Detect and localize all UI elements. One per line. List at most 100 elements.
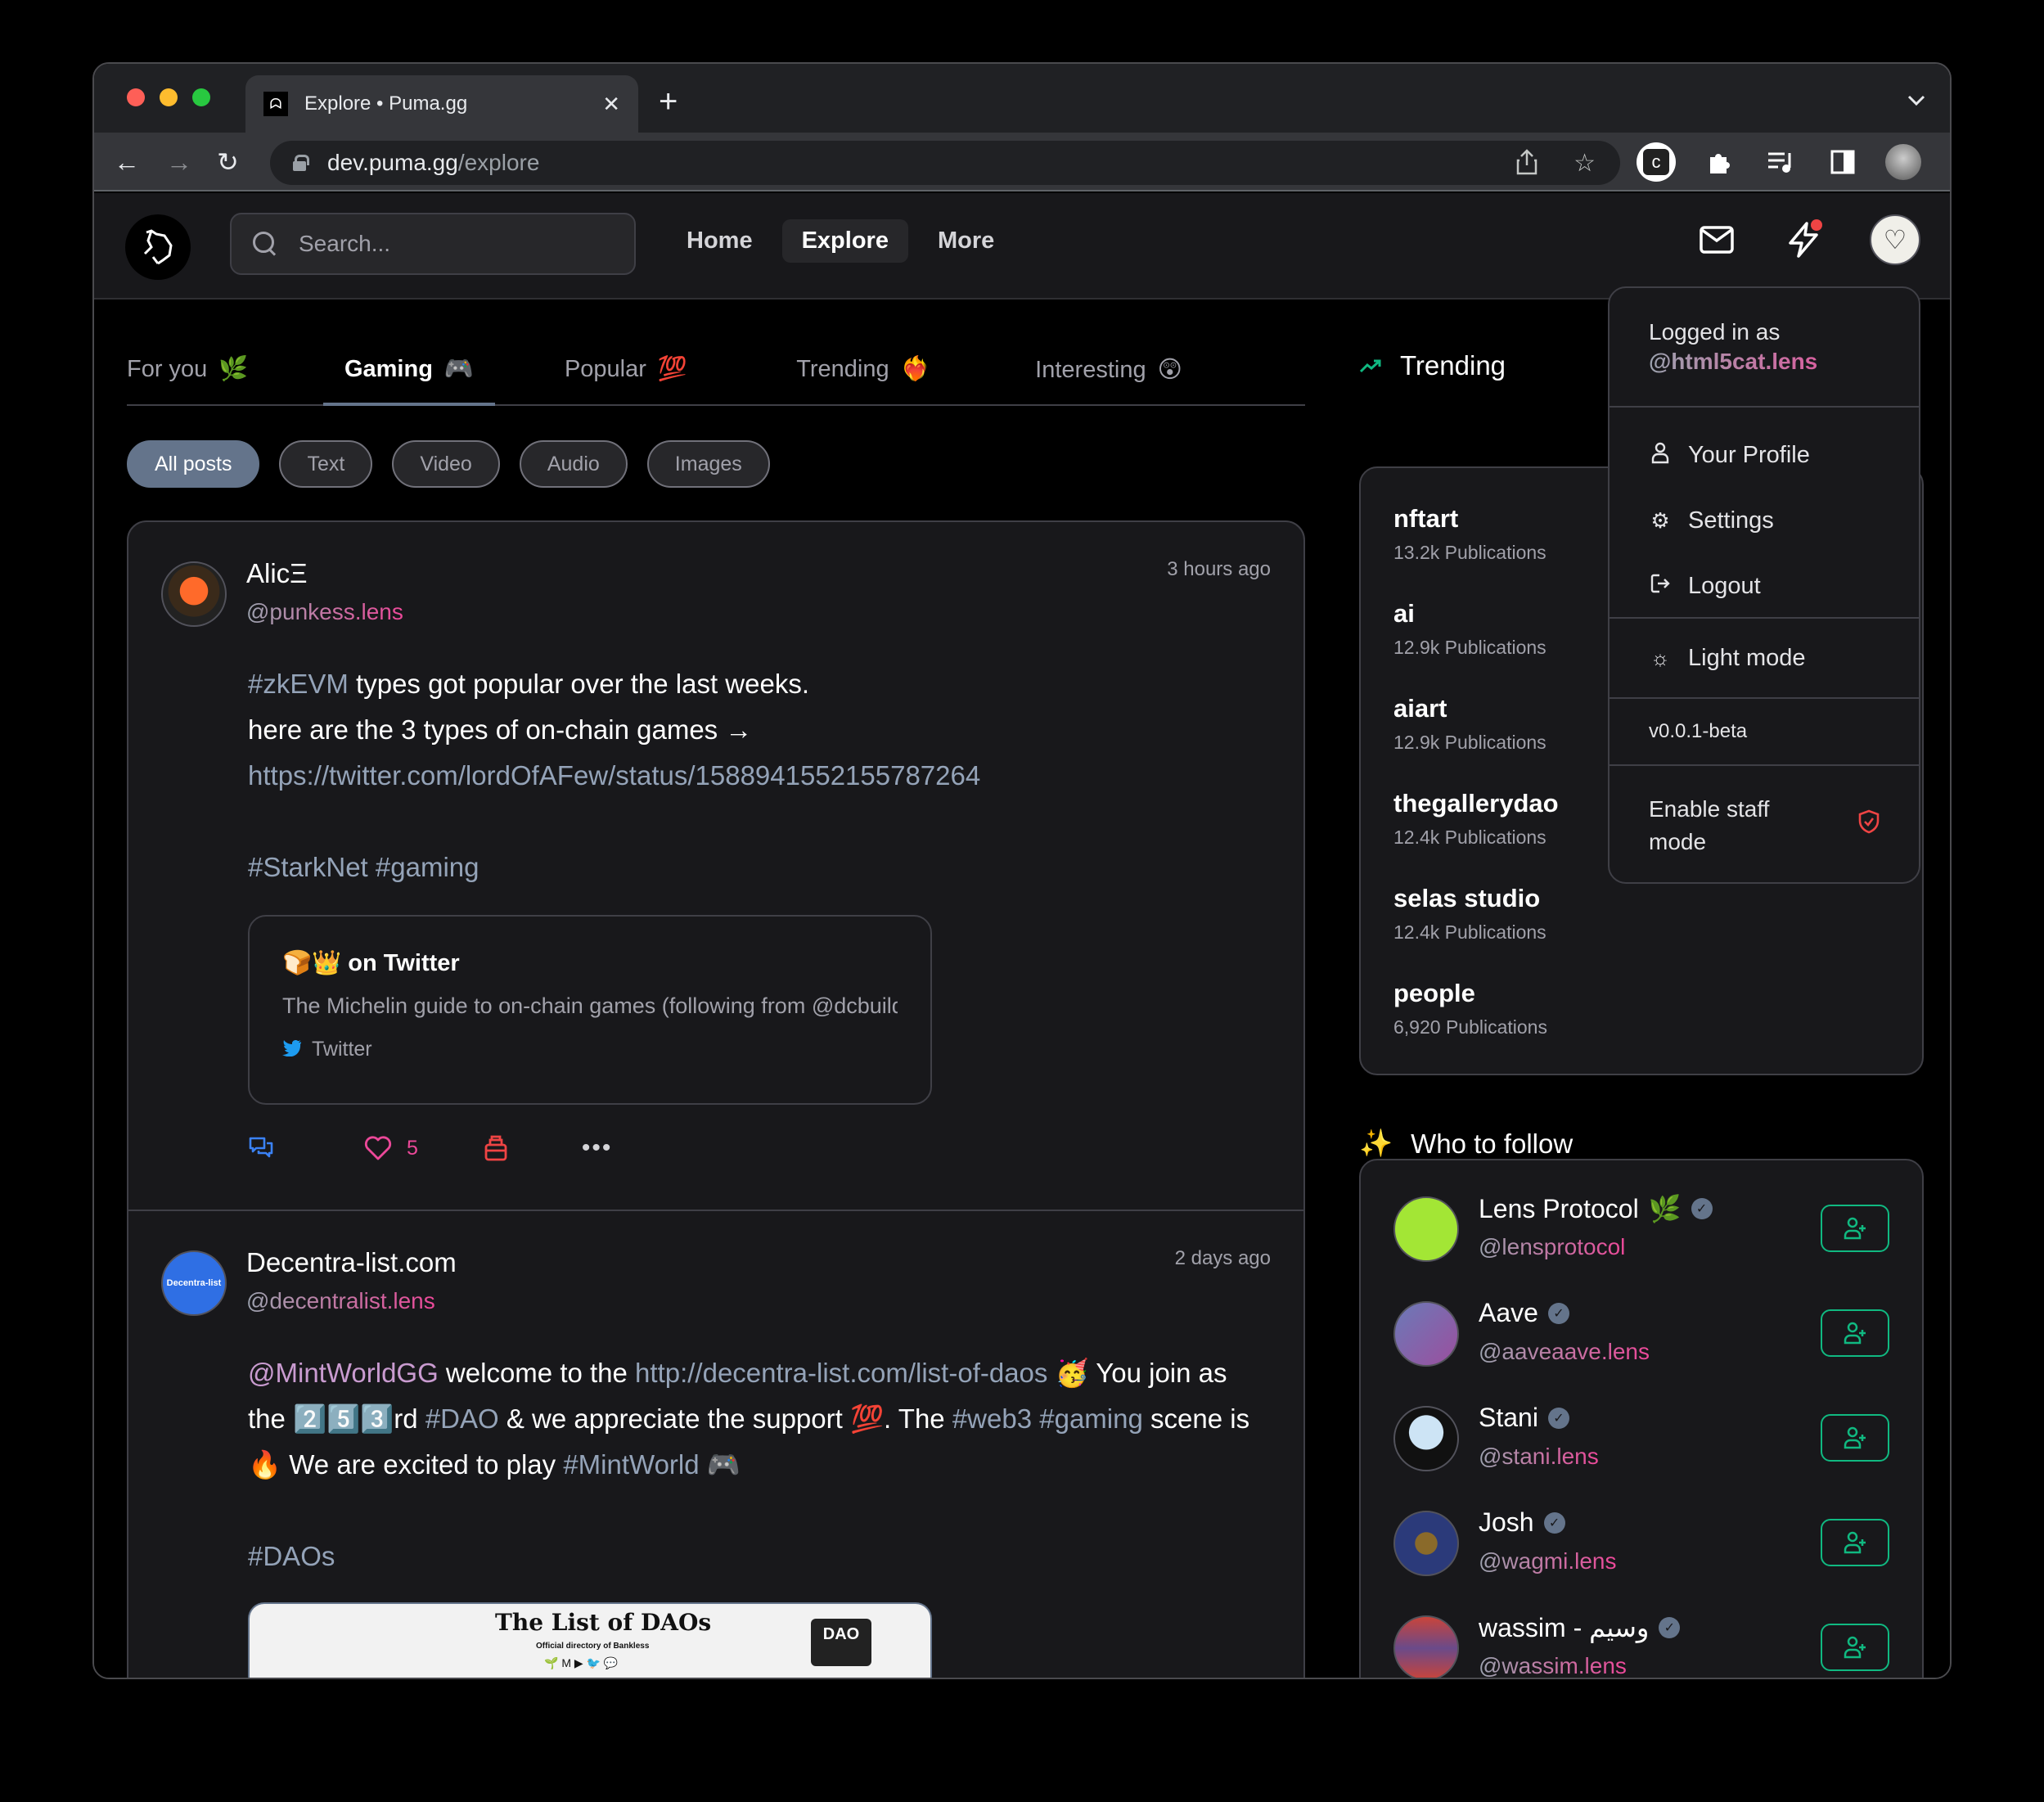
- comment-button[interactable]: [248, 1135, 274, 1161]
- search-box[interactable]: [230, 213, 636, 275]
- hashtag-link[interactable]: #gaming: [1039, 1403, 1143, 1434]
- user-avatar[interactable]: ♡: [1870, 214, 1920, 265]
- user-name[interactable]: Josh ✓: [1479, 1507, 1565, 1538]
- post-author-name[interactable]: AlicΞ: [246, 558, 308, 589]
- post[interactable]: Decentra-list Decentra-list.com @decentr…: [128, 1211, 1303, 1679]
- forward-arrow-icon[interactable]: →: [166, 146, 192, 178]
- menu-item-settings[interactable]: ⚙ Settings: [1649, 488, 1880, 553]
- filter-all-posts[interactable]: All posts: [127, 440, 260, 488]
- link-card-title: 🍞👑 on Twitter: [282, 949, 898, 977]
- user-name[interactable]: Stani ✓: [1479, 1403, 1569, 1433]
- trending-tag[interactable]: selas studio 12.4k Publications: [1393, 884, 1889, 979]
- follow-button[interactable]: [1821, 1519, 1889, 1566]
- tab-popular[interactable]: Popular 💯: [495, 337, 757, 404]
- menu-item-logout[interactable]: Logout: [1649, 553, 1880, 619]
- collect-button[interactable]: [484, 1134, 508, 1162]
- post-author-name[interactable]: Decentra-list.com: [246, 1247, 457, 1278]
- post-url-link[interactable]: http://decentra-list.com/list-of-daos: [635, 1358, 1047, 1388]
- hashtag-link[interactable]: #web3: [952, 1403, 1032, 1434]
- post-author-handle[interactable]: @decentralist.lens: [246, 1288, 435, 1314]
- share-icon[interactable]: [1516, 149, 1538, 182]
- post-image-preview[interactable]: The List of DAOs Official directory of B…: [248, 1602, 932, 1679]
- tab-for-you[interactable]: For you 🌿: [127, 337, 323, 404]
- post[interactable]: AlicΞ @punkess.lens 3 hours ago #zkEVM t…: [128, 522, 1303, 1211]
- puma-logo-icon[interactable]: [125, 214, 191, 280]
- tab-trending[interactable]: Trending ❤️‍🔥: [757, 337, 970, 404]
- post-timestamp[interactable]: 3 hours ago: [1167, 558, 1271, 581]
- close-tab-icon[interactable]: ✕: [602, 92, 620, 117]
- browser-menu-icon[interactable]: ⋮: [1944, 142, 1950, 182]
- tab-gaming[interactable]: Gaming 🎮: [323, 337, 495, 406]
- preview-text: A simple website 💻 to search 4️⃣ Decentr…: [397, 1678, 795, 1679]
- hashtag-link[interactable]: #DAOs: [248, 1541, 335, 1571]
- follow-button[interactable]: [1821, 1414, 1889, 1462]
- nav-explore[interactable]: Explore: [781, 219, 908, 263]
- menu-item-your-profile[interactable]: Your Profile: [1649, 422, 1880, 488]
- close-window-button[interactable]: [127, 88, 145, 106]
- address-bar[interactable]: dev.puma.gg/explore ☆: [270, 141, 1620, 185]
- side-panel-icon[interactable]: [1823, 142, 1862, 182]
- extension-c-icon[interactable]: c: [1637, 142, 1676, 182]
- logged-in-section[interactable]: Logged in as @html5cat.lens: [1610, 288, 1919, 408]
- tab-interesting[interactable]: Interesting 😲: [970, 337, 1248, 404]
- avatar[interactable]: Decentra-list: [161, 1250, 227, 1316]
- link-preview-card[interactable]: 🍞👑 on Twitter The Michelin guide to on-c…: [248, 915, 932, 1105]
- menu-item-enable-staff-mode[interactable]: Enable staff mode: [1610, 766, 1919, 882]
- avatar[interactable]: [1393, 1196, 1459, 1262]
- follow-button[interactable]: [1821, 1624, 1889, 1671]
- minimize-window-button[interactable]: [160, 88, 178, 106]
- post-author-handle[interactable]: @punkess.lens: [246, 599, 403, 625]
- nav-more[interactable]: More: [918, 219, 1014, 263]
- user-name[interactable]: wassim - وسيم ✓: [1479, 1612, 1681, 1643]
- user-handle[interactable]: @wagmi.lens: [1479, 1548, 1616, 1574]
- browser-profile-avatar[interactable]: [1885, 144, 1921, 180]
- hashtag-link[interactable]: #DAO: [425, 1403, 499, 1434]
- media-queue-icon[interactable]: [1761, 142, 1800, 182]
- filter-audio[interactable]: Audio: [519, 440, 628, 488]
- hashtag-link[interactable]: #zkEVM: [248, 669, 349, 699]
- hashtag-links[interactable]: #StarkNet #gaming: [248, 852, 479, 882]
- post-text: types got popular over the last weeks.: [348, 669, 810, 699]
- avatar[interactable]: [1393, 1406, 1459, 1471]
- filter-text[interactable]: Text: [279, 440, 373, 488]
- user-handle[interactable]: @aaveaave.lens: [1479, 1339, 1650, 1365]
- avatar[interactable]: [1393, 1511, 1459, 1576]
- user-name[interactable]: Aave ✓: [1479, 1298, 1569, 1328]
- trending-tag[interactable]: people 6,920 Publications: [1393, 979, 1889, 1074]
- extensions-puzzle-icon[interactable]: [1699, 142, 1738, 182]
- user-name[interactable]: Lens Protocol 🌿 ✓: [1479, 1193, 1713, 1224]
- avatar[interactable]: [1393, 1615, 1459, 1678]
- reload-icon[interactable]: ↻: [217, 146, 239, 178]
- notifications-lightning-icon[interactable]: [1783, 219, 1824, 260]
- post-text: 🎮: [699, 1449, 741, 1480]
- like-button[interactable]: 5: [364, 1136, 418, 1160]
- back-arrow-icon[interactable]: ←: [114, 146, 140, 178]
- user-handle[interactable]: @stani.lens: [1479, 1444, 1599, 1470]
- user-handle[interactable]: @lensprotocol: [1479, 1234, 1625, 1260]
- search-input[interactable]: [299, 231, 610, 257]
- user-handle[interactable]: @wassim.lens: [1479, 1653, 1627, 1678]
- hundred-emoji-icon: 💯: [657, 356, 688, 382]
- menu-item-light-mode[interactable]: ☼ Light mode: [1649, 625, 1805, 691]
- mention-link[interactable]: @MintWorldGG: [248, 1358, 439, 1388]
- more-options-icon[interactable]: •••: [582, 1134, 613, 1162]
- trend-count: 6,920 Publications: [1393, 1016, 1547, 1038]
- follow-button[interactable]: [1821, 1205, 1889, 1252]
- avatar[interactable]: [161, 561, 227, 627]
- logged-in-handle: @html5cat.lens: [1649, 349, 1880, 375]
- avatar[interactable]: [1393, 1301, 1459, 1367]
- hashtag-link[interactable]: #MintWorld: [563, 1449, 699, 1480]
- filter-images[interactable]: Images: [646, 440, 770, 488]
- messages-mail-icon[interactable]: [1696, 219, 1737, 260]
- post-url-link[interactable]: https://twitter.com/lordOfAFew/status/15…: [248, 760, 980, 791]
- filter-video[interactable]: Video: [392, 440, 500, 488]
- bookmark-star-icon[interactable]: ☆: [1574, 149, 1596, 182]
- browser-tab[interactable]: ᗣ Explore • Puma.gg ✕: [245, 75, 638, 133]
- new-tab-button[interactable]: +: [659, 85, 678, 118]
- search-icon: [253, 232, 277, 256]
- follow-button[interactable]: [1821, 1309, 1889, 1357]
- maximize-window-button[interactable]: [192, 88, 210, 106]
- tab-search-chevron-icon[interactable]: [1907, 90, 1925, 111]
- post-timestamp[interactable]: 2 days ago: [1175, 1247, 1271, 1270]
- nav-home[interactable]: Home: [667, 219, 772, 263]
